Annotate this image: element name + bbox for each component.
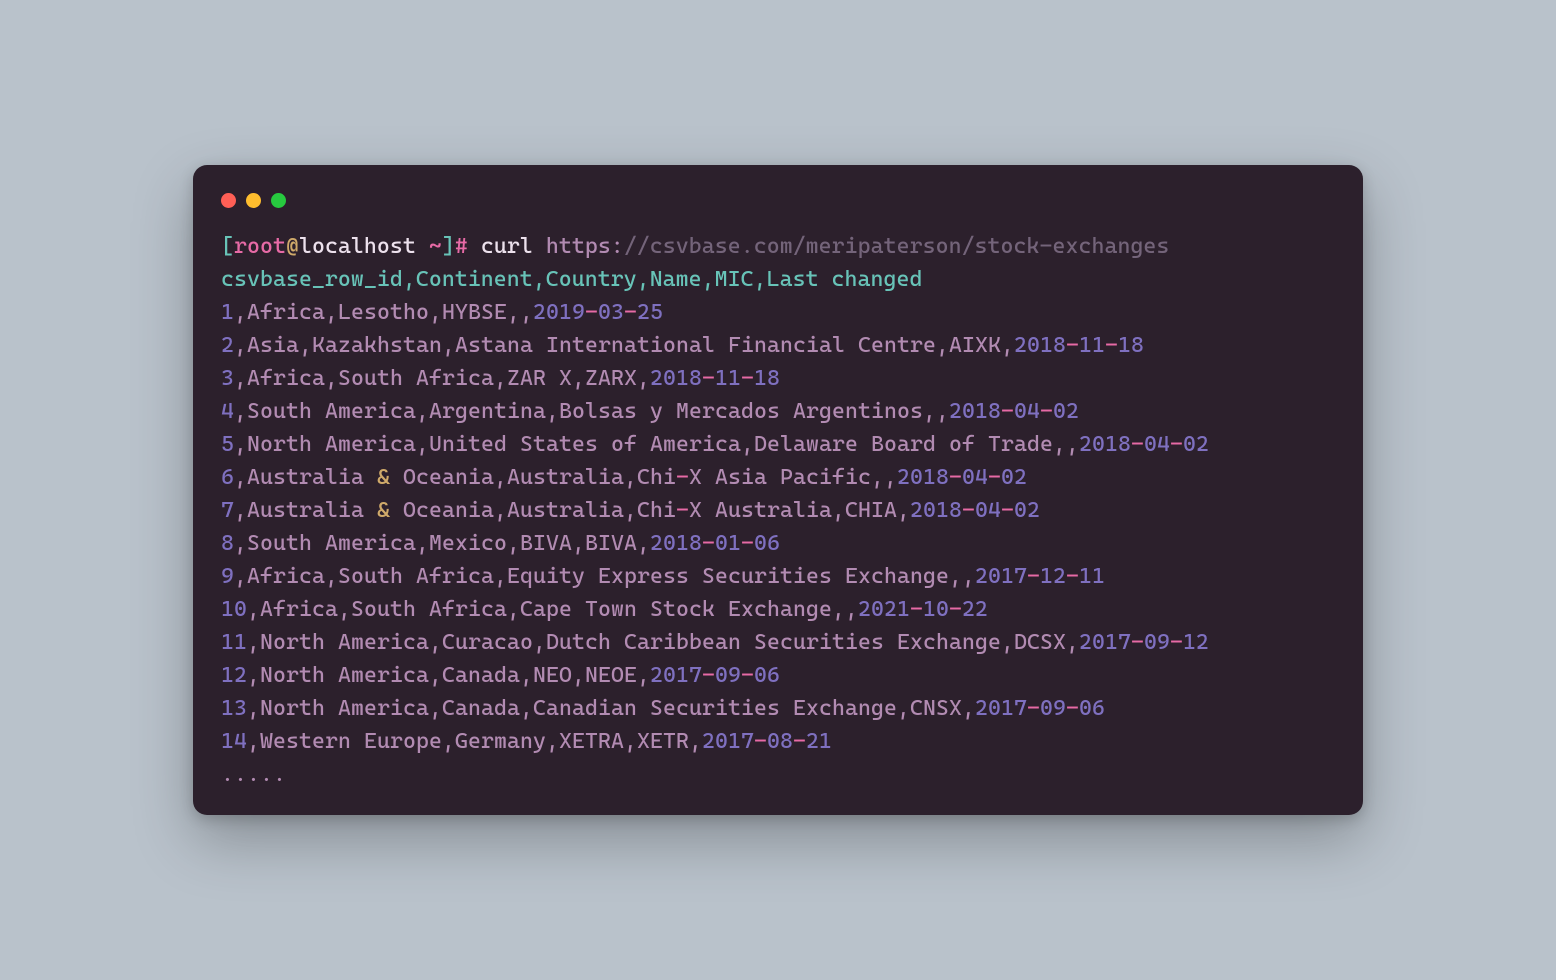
prompt-user: root: [234, 234, 286, 259]
csv-row: 8,South America,Mexico,BIVA,BIVA,2018-01…: [221, 527, 1335, 560]
prompt-line: [root@localhost ~]# curl https://csvbase…: [221, 230, 1335, 263]
terminal-window: [root@localhost ~]# curl https://csvbase…: [193, 165, 1363, 815]
csv-row: 9,Africa,South Africa,Equity Express Sec…: [221, 560, 1335, 593]
csv-row: 4,South America,Argentina,Bolsas y Merca…: [221, 395, 1335, 428]
csv-row: 14,Western Europe,Germany,XETRA,XETR,201…: [221, 725, 1335, 758]
csv-row: 7,Australia & Oceania,Australia,Chi-X Au…: [221, 494, 1335, 527]
csv-row: 2,Asia,Kazakhstan,Astana International F…: [221, 329, 1335, 362]
maximize-icon[interactable]: [271, 193, 286, 208]
csv-row: 5,North America,United States of America…: [221, 428, 1335, 461]
csv-header: csvbase_row_id,Continent,Country,Name,MI…: [221, 263, 1335, 296]
output-ellipsis: .....: [221, 758, 1335, 791]
csv-row: 13,North America,Canada,Canadian Securit…: [221, 692, 1335, 725]
terminal-output[interactable]: [root@localhost ~]# curl https://csvbase…: [221, 230, 1335, 791]
csv-row: 6,Australia & Oceania,Australia,Chi-X As…: [221, 461, 1335, 494]
csv-row: 11,North America,Curacao,Dutch Caribbean…: [221, 626, 1335, 659]
csv-row: 1,Africa,Lesotho,HYBSE,,2019-03-25: [221, 296, 1335, 329]
window-controls: [221, 193, 1335, 208]
csv-row: 12,North America,Canada,NEO,NEOE,2017-09…: [221, 659, 1335, 692]
command: curl: [481, 234, 533, 259]
csv-row: 3,Africa,South Africa,ZAR X,ZARX,2018-11…: [221, 362, 1335, 395]
command-url: //csvbase.com/meripaterson/stock-exchang…: [624, 234, 1170, 259]
close-icon[interactable]: [221, 193, 236, 208]
minimize-icon[interactable]: [246, 193, 261, 208]
csv-row: 10,Africa,South Africa,Cape Town Stock E…: [221, 593, 1335, 626]
